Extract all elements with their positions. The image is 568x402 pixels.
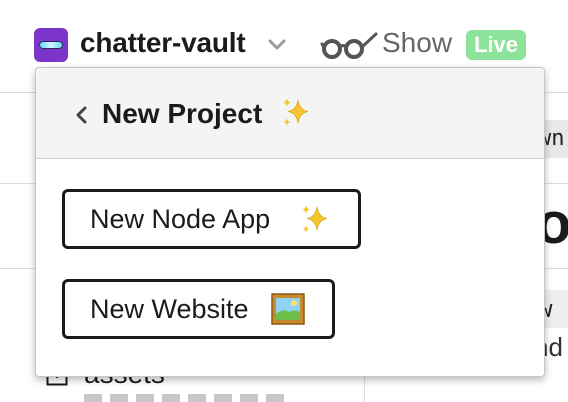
chevron-left-icon[interactable] [74, 106, 88, 124]
app-root: wn or w nd assets chatter-vault Show Liv… [0, 0, 568, 402]
project-name[interactable]: chatter-vault [80, 27, 246, 59]
sparkles-icon [283, 98, 309, 126]
new-node-app-button[interactable]: New Node App [62, 189, 361, 249]
framed-picture-icon [271, 293, 305, 325]
new-node-app-label: New Node App [90, 204, 271, 234]
avatar-bar [39, 41, 63, 49]
live-badge: Live [466, 30, 527, 60]
file-tree-item-faint [84, 394, 284, 402]
sunglasses-icon[interactable] [320, 30, 378, 60]
new-website-label: New Website [90, 294, 249, 324]
sparkles-icon [302, 205, 328, 233]
show-button[interactable]: Show [382, 27, 452, 59]
chevron-down-icon[interactable] [266, 36, 288, 54]
project-avatar[interactable] [34, 28, 68, 62]
new-project-popover: New Project New Node App New Website [35, 67, 545, 377]
popover-header: New Project [36, 68, 544, 159]
new-website-button[interactable]: New Website [62, 279, 335, 339]
popover-title[interactable]: New Project [102, 98, 262, 130]
